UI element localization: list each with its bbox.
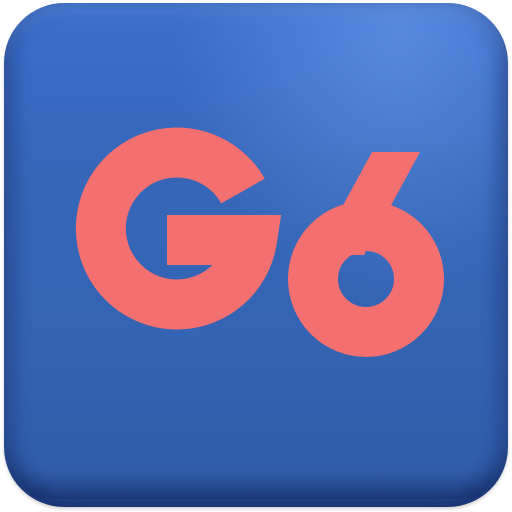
glyph-6 [288, 152, 444, 357]
g6-logo-icon [75, 127, 444, 357]
glyph-g [75, 127, 282, 330]
stage: G6 [0, 0, 512, 512]
